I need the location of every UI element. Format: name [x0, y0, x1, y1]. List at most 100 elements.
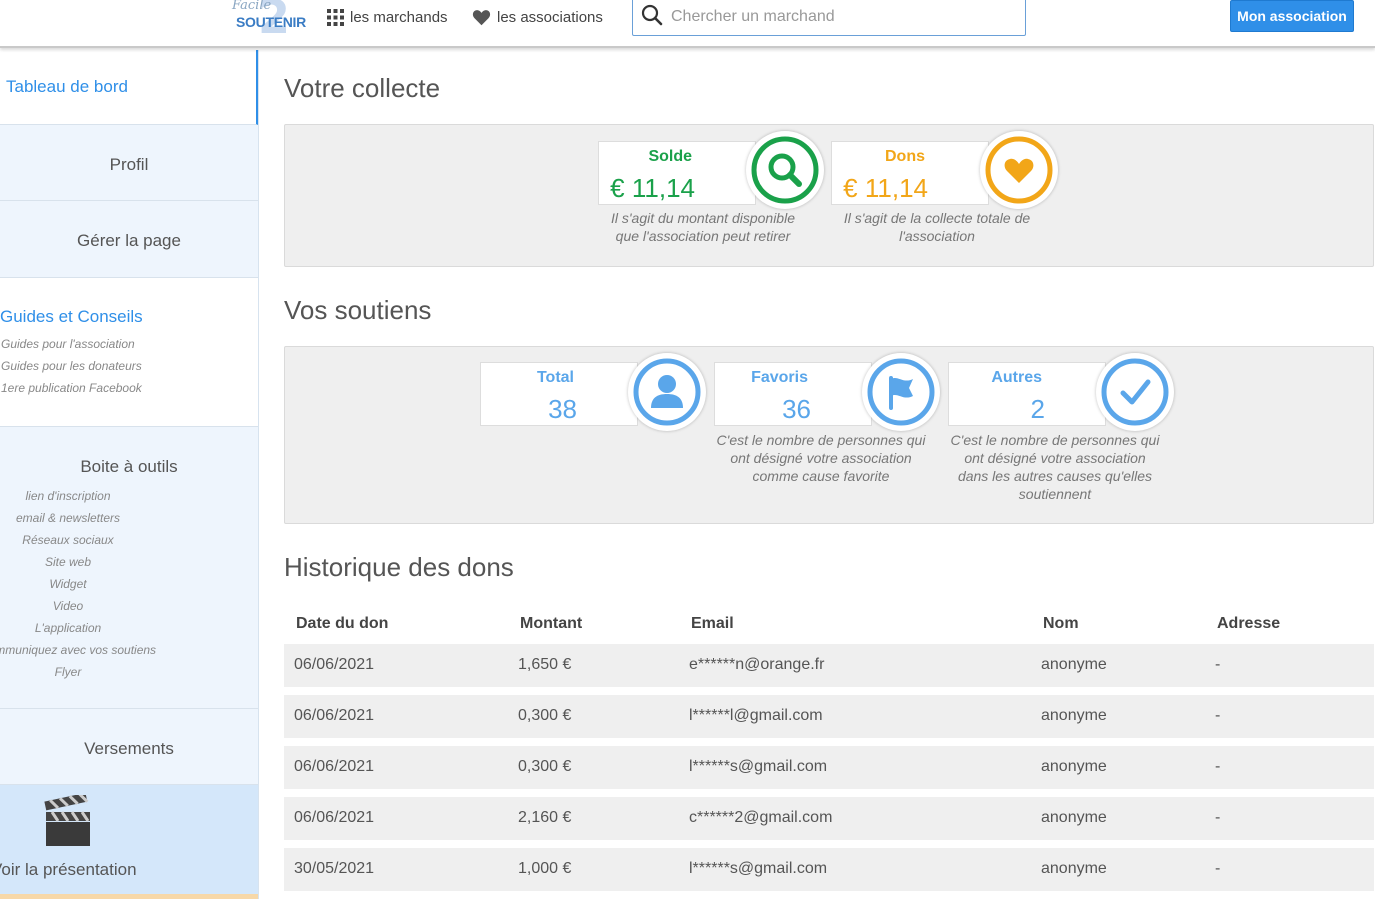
tool-link[interactable]: Site web — [45, 551, 91, 573]
table-row: 06/06/2021 0,300 € l******l@gmail.com an… — [284, 695, 1374, 738]
favoris-card: Favoris 36 — [714, 362, 872, 426]
collecte-title: Votre collecte — [284, 73, 441, 103]
autres-label: Autres — [991, 369, 1042, 386]
cell-date: 06/06/2021 — [294, 758, 375, 775]
search-bar — [632, 0, 1026, 36]
cell-name: anonyme — [1041, 656, 1107, 673]
cell-amount: 0,300 € — [518, 758, 572, 775]
table-row: 30/05/2021 1,000 € l******s@gmail.com an… — [284, 848, 1374, 891]
total-badge — [628, 353, 706, 431]
sidebar-item-label: Gérer la page — [77, 231, 181, 250]
tool-link[interactable]: Réseaux sociaux — [22, 529, 113, 551]
table-row: 06/06/2021 1,650 € e******n@orange.fr an… — [284, 644, 1374, 687]
sidebar-item-label: Versements — [84, 739, 174, 758]
nav-merchants-link[interactable]: les marchands — [327, 6, 448, 28]
table-row: 06/06/2021 2,160 € c******2@gmail.com an… — [284, 797, 1374, 840]
guide-link[interactable]: Guides pour l'association — [1, 333, 258, 355]
tool-link[interactable]: L'application — [35, 617, 101, 639]
tool-link[interactable]: Widget — [49, 573, 86, 595]
heart-icon — [472, 9, 491, 26]
column-header: Date du don — [296, 615, 389, 632]
tool-link[interactable]: Communiquez avec vos soutiens — [0, 639, 156, 661]
cell-email: c******2@gmail.com — [689, 809, 833, 826]
solde-badge — [746, 131, 824, 209]
autres-description: C'est le nombre de personnes qui ont dés… — [950, 432, 1160, 502]
nav-merchants-label: les marchands — [350, 8, 448, 26]
mon-association-button[interactable]: Mon association — [1230, 0, 1354, 32]
soutiens-panel: Total 38 Favoris 36 C'est le nombre de p… — [284, 346, 1374, 524]
solde-card: Solde € 11,14 — [598, 141, 756, 205]
tool-link[interactable]: Flyer — [55, 661, 82, 683]
cell-name: anonyme — [1041, 707, 1107, 724]
autres-value: 2 — [1030, 394, 1045, 424]
table-header: Date du don Montant Email Nom Adresse — [284, 607, 1374, 643]
autres-badge — [1096, 353, 1174, 431]
cell-address: - — [1215, 758, 1221, 775]
sidebar-item-dashboard[interactable]: Tableau de bord — [0, 50, 258, 125]
favoris-value: 36 — [782, 394, 811, 424]
cell-amount: 0,300 € — [518, 707, 572, 724]
sidebar-item-versements[interactable]: Versements — [0, 709, 258, 785]
site-logo[interactable]: 2 Facile SOUTENIR — [230, 0, 306, 44]
sidebar-item-gerer-page[interactable]: Gérer la page — [0, 201, 258, 278]
cell-amount: 2,160 € — [518, 809, 572, 826]
sidebar-item-profil[interactable]: Profil — [0, 125, 258, 201]
dons-description: Il s'agit de la collecte totale de l'ass… — [843, 210, 1031, 244]
sidebar-bottom-accent — [0, 894, 258, 899]
sidebar-section-guides: Guides et Conseils Guides pour l'associa… — [0, 278, 258, 427]
flag-icon — [867, 358, 935, 426]
sidebar-item-label: Voir la présentation — [0, 860, 137, 879]
historique-title: Historique des dons — [284, 552, 514, 582]
cell-email: l******s@gmail.com — [689, 860, 828, 877]
sidebar: Tableau de bord Profil Gérer la page Gui… — [0, 50, 259, 899]
table-row: 06/06/2021 0,300 € l******s@gmail.com an… — [284, 746, 1374, 789]
solde-value: € 11,14 — [610, 173, 695, 203]
cell-email: l******s@gmail.com — [689, 758, 828, 775]
cell-address: - — [1215, 860, 1221, 877]
collecte-panel: Solde € 11,14 Il s'agit du montant dispo… — [284, 124, 1374, 267]
cell-email: e******n@orange.fr — [689, 656, 825, 673]
dons-card: Dons € 11,14 — [831, 141, 989, 205]
cell-address: - — [1215, 656, 1221, 673]
cell-date: 06/06/2021 — [294, 656, 375, 673]
solde-description: Il s'agit du montant disponible que l'as… — [610, 210, 795, 244]
dons-badge — [980, 131, 1058, 209]
total-card: Total 38 — [480, 362, 638, 426]
total-value: 38 — [548, 394, 577, 424]
nav-associations-link[interactable]: les associations — [472, 6, 603, 28]
sidebar-guides-title[interactable]: Guides et Conseils — [0, 307, 258, 327]
sidebar-section-boite-outils: Boite à outils lien d'inscription email … — [0, 427, 258, 709]
total-label: Total — [536, 369, 574, 386]
search-icon — [641, 4, 663, 31]
solde-label: Solde — [648, 148, 692, 165]
clapperboard-icon — [44, 792, 92, 852]
user-icon — [633, 358, 701, 426]
search-input[interactable] — [671, 8, 1001, 26]
tool-link[interactable]: lien d'inscription — [25, 485, 110, 507]
column-header: Montant — [520, 615, 583, 632]
tool-link[interactable]: email & newsletters — [16, 507, 120, 529]
grid-icon — [327, 8, 344, 26]
nav-associations-label: les associations — [497, 8, 603, 26]
cell-address: - — [1215, 707, 1221, 724]
guide-link[interactable]: 1ere publication Facebook — [1, 377, 258, 399]
cell-amount: 1,000 € — [518, 860, 572, 877]
logo-top-text: Facile — [232, 0, 272, 13]
guides-links: Guides pour l'association Guides pour le… — [0, 333, 258, 399]
favoris-label: Favoris — [751, 369, 808, 386]
top-bar: 2 Facile SOUTENIR les marchands les asso… — [0, 0, 1375, 48]
guide-link[interactable]: Guides pour les donateurs — [1, 355, 258, 377]
cell-name: anonyme — [1041, 809, 1107, 826]
cell-name: anonyme — [1041, 758, 1107, 775]
sidebar-item-label: Profil — [109, 155, 149, 174]
sidebar-boite-title[interactable]: Boite à outils — [0, 457, 258, 477]
sidebar-item-presentation[interactable]: Voir la présentation — [0, 785, 258, 899]
logo-bottom-text: SOUTENIR — [236, 14, 306, 30]
cell-amount: 1,650 € — [518, 656, 572, 673]
cell-date: 30/05/2021 — [294, 860, 375, 877]
column-header: Email — [691, 615, 734, 632]
tool-link[interactable]: Video — [53, 595, 83, 617]
boite-links: lien d'inscription email & newsletters R… — [0, 485, 156, 683]
autres-card: Autres 2 — [948, 362, 1106, 426]
search-icon — [751, 136, 819, 204]
